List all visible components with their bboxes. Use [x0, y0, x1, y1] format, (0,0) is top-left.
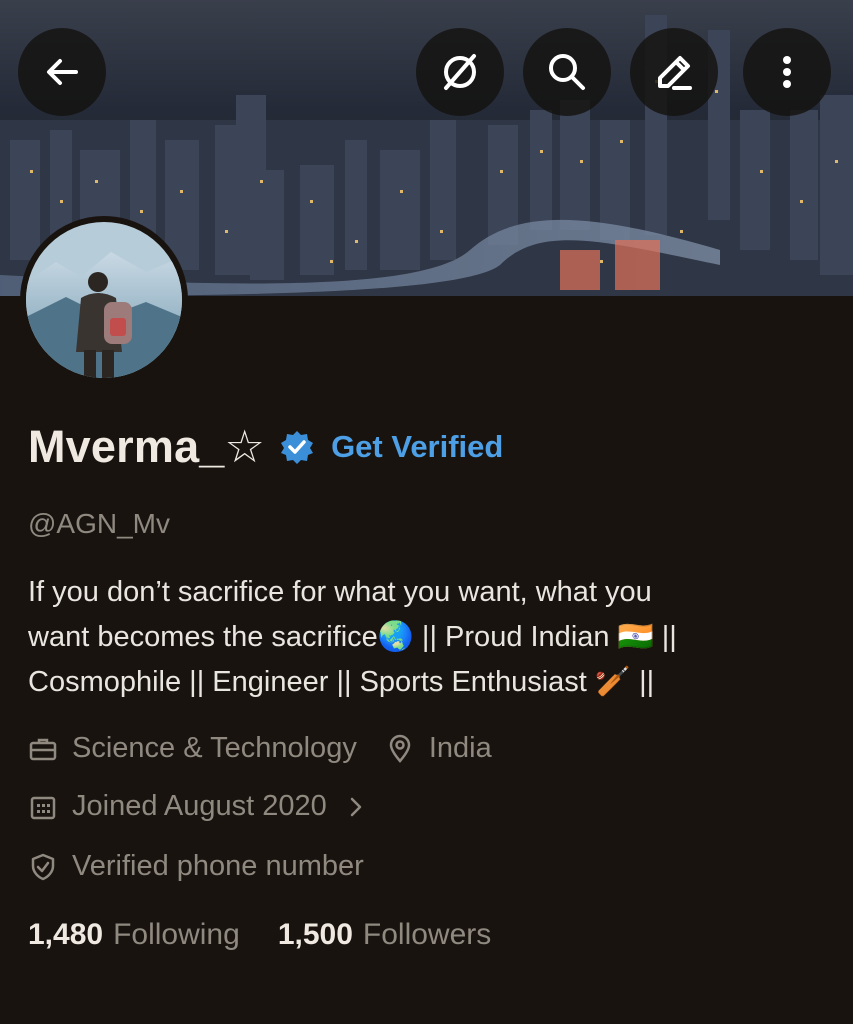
- followers-label[interactable]: Followers: [363, 918, 491, 952]
- profile-meta-row: Science & Technology India: [28, 732, 520, 765]
- more-options-button[interactable]: [743, 28, 831, 116]
- bio-line: Cosmophile || Engineer || Sports Enthusi…: [28, 666, 655, 698]
- shield-check-icon: [31, 853, 55, 880]
- follow-stats: 1,480 Following 1,500 Followers: [28, 918, 529, 952]
- briefcase-icon: [29, 738, 57, 760]
- profile-bio: If you don’t sacrifice for what you want…: [28, 570, 828, 705]
- category-label: Science & Technology: [72, 732, 357, 764]
- edit-button[interactable]: [630, 28, 718, 116]
- calendar-icon: [30, 796, 56, 819]
- verified-phone-row: Verified phone number: [28, 850, 364, 883]
- chevron-right-icon: [350, 797, 362, 816]
- joined-row[interactable]: Joined August 2020: [28, 790, 385, 823]
- verified-phone-label: Verified phone number: [72, 850, 364, 882]
- following-label[interactable]: Following: [113, 918, 240, 952]
- get-verified-link[interactable]: Get Verified: [331, 429, 503, 465]
- verified-badge-icon[interactable]: [279, 429, 315, 465]
- search-icon: [549, 54, 585, 90]
- location-pin-icon: [389, 734, 411, 763]
- avatar-image: [26, 222, 182, 378]
- edit-icon: [658, 56, 692, 90]
- back-button[interactable]: [18, 28, 106, 116]
- location-label: India: [428, 732, 492, 764]
- category-item: Science & Technology: [28, 732, 357, 765]
- no-grok-button[interactable]: [416, 28, 504, 116]
- following-count[interactable]: 1,480: [28, 918, 103, 952]
- display-name: Mverma_☆: [28, 421, 266, 472]
- profile-handle: @AGN_Mv: [28, 508, 170, 539]
- arrow-left-icon: [47, 59, 78, 85]
- followers-count[interactable]: 1,500: [278, 918, 353, 952]
- bio-line: want becomes the sacrifice🌏 || Proud Ind…: [28, 621, 677, 653]
- bio-line: If you don’t sacrifice for what you want…: [28, 576, 652, 608]
- profile-name-row: Mverma_☆ Get Verified: [28, 420, 503, 473]
- search-button[interactable]: [523, 28, 611, 116]
- location-item: India: [385, 732, 492, 765]
- joined-label: Joined August 2020: [72, 790, 327, 822]
- avatar[interactable]: [20, 216, 188, 384]
- more-vertical-icon: [783, 56, 791, 88]
- no-grok-icon: [444, 54, 476, 90]
